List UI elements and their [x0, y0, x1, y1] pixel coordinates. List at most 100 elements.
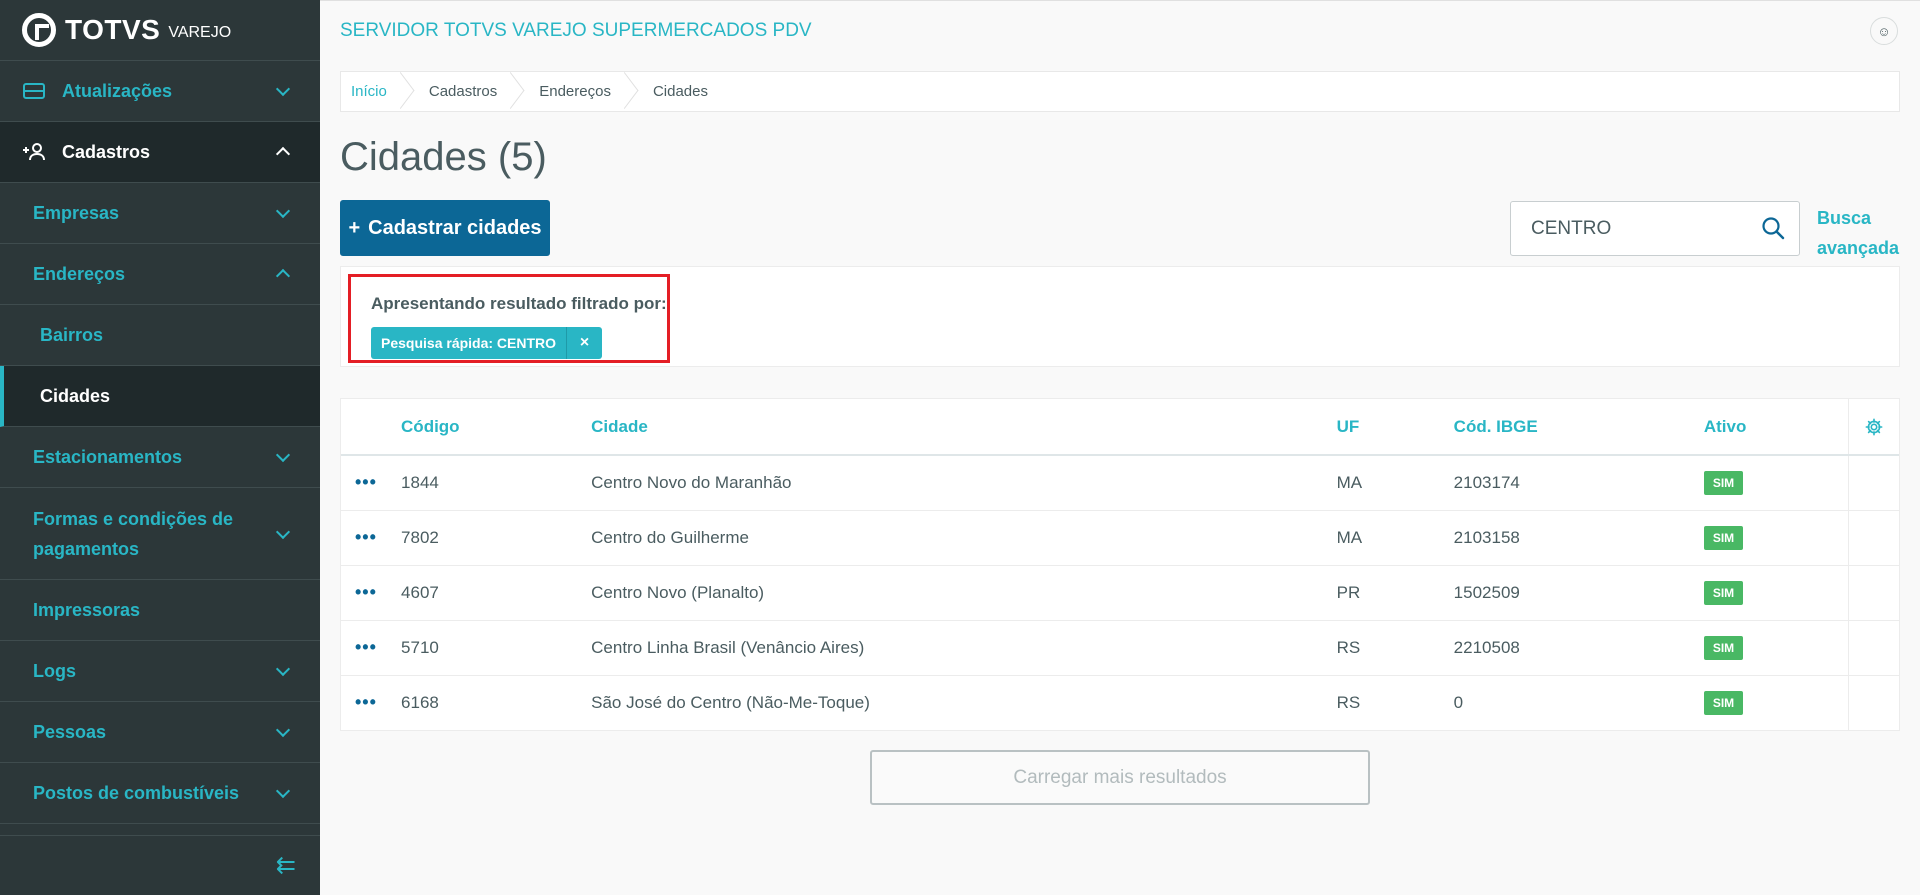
sidebar-item-empresas[interactable]: Empresas — [0, 183, 320, 244]
filter-chip-label: Pesquisa rápida: CENTRO — [381, 335, 557, 351]
sidebar: TOTVS VAREJO Atualizações Cadastros Empr… — [0, 0, 320, 895]
cell-ibge: 1502509 — [1453, 565, 1704, 621]
cell-uf: MA — [1336, 510, 1454, 566]
chevron-down-icon — [272, 782, 294, 804]
breadcrumb: Início Cadastros Endereços Cidades — [340, 71, 1900, 112]
sidebar-item-label: Logs — [33, 660, 76, 681]
filter-panel: Apresentando resultado filtrado por: Pes… — [340, 266, 1900, 367]
advanced-search-link[interactable]: Busca avançada — [1817, 203, 1899, 263]
table-row: ••• 1844 Centro Novo do Maranhão MA 2103… — [341, 455, 1899, 511]
sidebar-item-impressoras[interactable]: Impressoras — [0, 580, 320, 641]
add-city-button-label: Cadastrar cidades — [368, 216, 542, 239]
sidebar-item-label: Atualizações — [62, 80, 173, 101]
breadcrumb-cadastros: Cadastros — [428, 83, 498, 100]
sidebar-item-bairros[interactable]: Bairros — [0, 305, 320, 366]
chevron-up-icon — [272, 263, 294, 285]
search-icon[interactable] — [1761, 216, 1785, 240]
status-badge: SIM — [1703, 580, 1744, 605]
cell-codigo: 1844 — [401, 455, 592, 511]
sidebar-item-atualizacoes[interactable]: Atualizações — [0, 61, 320, 122]
table-row: ••• 4607 Centro Novo (Planalto) PR 15025… — [341, 565, 1899, 621]
col-settings — [1848, 399, 1899, 456]
sidebar-collapse-bar: ⇇ — [0, 835, 320, 895]
sidebar-item-label: Endereços — [33, 263, 126, 284]
cell-codigo: 4607 — [401, 565, 592, 621]
row-actions-icon[interactable]: ••• — [355, 527, 377, 547]
cities-table: Código Cidade UF Cód. IBGE Ativo ••• 184… — [340, 398, 1900, 731]
row-actions-icon[interactable]: ••• — [355, 637, 377, 657]
col-actions — [341, 399, 402, 456]
plus-icon: + — [348, 216, 361, 239]
breadcrumb-enderecos: Endereços — [539, 83, 611, 100]
breadcrumb-inicio[interactable]: Início — [351, 83, 387, 100]
logo-name: TOTVS — [65, 14, 161, 45]
cell-ibge: 0 — [1453, 692, 1464, 712]
sidebar-item-estacionamentos[interactable]: Estacionamentos — [0, 427, 320, 488]
server-icon — [22, 82, 46, 100]
sidebar-item-label: Bairros — [40, 324, 104, 345]
table-header-row: Código Cidade UF Cód. IBGE Ativo — [341, 399, 1899, 456]
sidebar-item-label: Impressoras — [33, 599, 141, 620]
table-row: ••• 6168 São José do Centro (Não-Me-Toqu… — [341, 675, 1899, 730]
page-title: Cidades (5) — [340, 135, 547, 179]
cell-cidade: Centro Novo do Maranhão — [591, 455, 1337, 511]
sidebar-item-label: Cadastros — [62, 141, 151, 162]
add-city-button[interactable]: + Cadastrar cidades — [340, 200, 550, 256]
main-content: SERVIDOR TOTVS VAREJO SUPERMERCADOS PDV … — [320, 0, 1920, 895]
row-actions-icon[interactable]: ••• — [355, 472, 377, 492]
status-badge: SIM — [1703, 470, 1744, 495]
cell-cidade: São José do Centro (Não-Me-Toque) — [591, 692, 870, 712]
cell-codigo: 5710 — [401, 620, 592, 676]
search-box — [1510, 201, 1800, 256]
cell-cidade: Centro Linha Brasil (Venâncio Aires) — [591, 620, 1337, 676]
sidebar-item-cadastros[interactable]: Cadastros — [0, 122, 320, 183]
chevron-down-icon — [272, 660, 294, 682]
cell-cidade: Centro Novo (Planalto) — [591, 565, 1337, 621]
collapse-menu-icon[interactable]: ⇇ — [276, 851, 296, 880]
cell-uf: PR — [1336, 565, 1454, 621]
cell-uf: RS — [1336, 620, 1454, 676]
sidebar-item-label: Formas e condições de pagamentos — [33, 508, 234, 559]
status-badge: SIM — [1703, 690, 1744, 715]
cell-ibge: 2103158 — [1453, 510, 1704, 566]
gear-icon[interactable] — [1865, 418, 1883, 436]
sidebar-item-enderecos[interactable]: Endereços — [0, 244, 320, 305]
logo-subtitle: VAREJO — [168, 24, 232, 41]
close-icon[interactable]: × — [566, 327, 602, 359]
sidebar-item-postos[interactable]: Postos de combustíveis — [0, 763, 320, 824]
row-actions-icon[interactable]: ••• — [355, 582, 377, 602]
top-bar: SERVIDOR TOTVS VAREJO SUPERMERCADOS PDV … — [320, 0, 1920, 61]
logo: TOTVS VAREJO — [0, 0, 320, 61]
sidebar-item-cidades[interactable]: Cidades — [0, 366, 320, 427]
sidebar-item-pessoas[interactable]: Pessoas — [0, 702, 320, 763]
chevron-up-icon — [272, 141, 294, 163]
filter-chip: Pesquisa rápida: CENTRO × — [371, 327, 603, 359]
col-uf[interactable]: UF — [1336, 399, 1454, 456]
col-codigo[interactable]: Código — [401, 399, 592, 456]
breadcrumb-separator — [625, 71, 637, 112]
sidebar-item-formas-pagamento[interactable]: Formas e condições de pagamentos — [0, 488, 320, 580]
user-avatar-icon[interactable]: ☺ — [1870, 17, 1898, 45]
sidebar-item-logs[interactable]: Logs — [0, 641, 320, 702]
app-title: SERVIDOR TOTVS VAREJO SUPERMERCADOS PDV — [340, 20, 812, 41]
col-cidade[interactable]: Cidade — [591, 399, 1337, 456]
advanced-search-line2: avançada — [1817, 238, 1900, 258]
load-more-button[interactable]: Carregar mais resultados — [870, 750, 1370, 805]
sidebar-item-label: Empresas — [33, 202, 120, 223]
cell-ibge: 2103174 — [1453, 455, 1704, 511]
advanced-search-line1: Busca — [1817, 208, 1872, 228]
search-input[interactable] — [1531, 217, 1751, 240]
col-ativo[interactable]: Ativo — [1703, 399, 1849, 456]
breadcrumb-separator — [401, 71, 413, 112]
row-actions-icon[interactable]: ••• — [355, 692, 377, 712]
cell-cidade: Centro do Guilherme — [591, 510, 1337, 566]
col-cod-ibge[interactable]: Cód. IBGE — [1453, 399, 1704, 456]
filter-label: Apresentando resultado filtrado por: — [371, 294, 667, 313]
chevron-down-icon — [272, 523, 294, 545]
cell-uf: RS — [1336, 692, 1361, 712]
cell-codigo: 6168 — [401, 692, 439, 712]
breadcrumb-cidades: Cidades — [652, 83, 708, 100]
breadcrumb-separator — [511, 71, 523, 112]
status-badge: SIM — [1703, 525, 1744, 550]
chevron-down-icon — [272, 80, 294, 102]
